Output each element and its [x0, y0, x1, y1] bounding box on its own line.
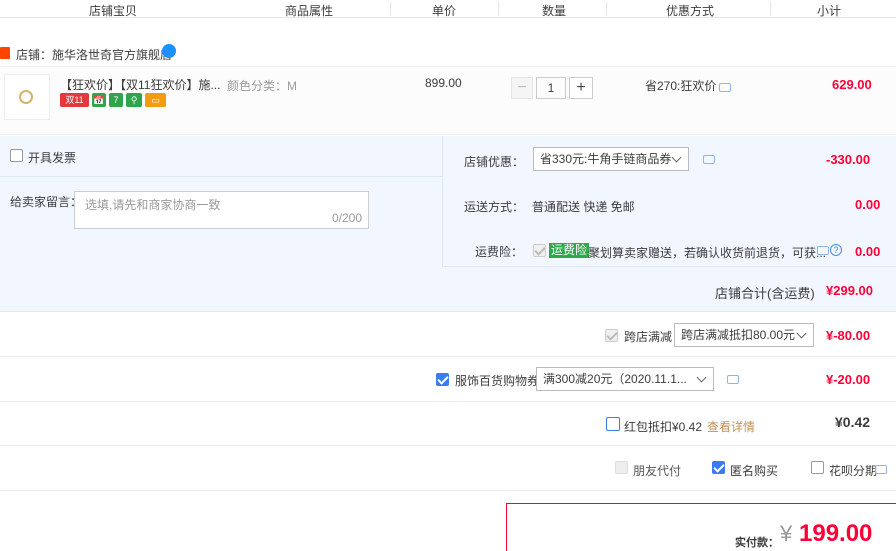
- header-divider: [498, 2, 499, 16]
- message-textarea[interactable]: 选填,请先和商家协商一致 0/200: [74, 191, 369, 229]
- product-title[interactable]: 【狂欢价】【双11狂欢价】施...: [60, 76, 220, 93]
- insurance-tag: 运费险: [549, 243, 590, 258]
- comment-icon[interactable]: [727, 375, 739, 384]
- product-sku: 颜色分类：M: [227, 79, 297, 93]
- chevron-down-icon: [796, 328, 807, 339]
- cross-store-select[interactable]: 跨店满减抵扣80.00元: [674, 323, 814, 347]
- header-attributes: 商品属性: [285, 4, 334, 18]
- shop-total-label: 店铺合计(含运费): [715, 286, 815, 301]
- shop-name[interactable]: 店铺：施华洛世奇官方旗舰店: [16, 46, 172, 63]
- final-payment-amount: 199.00: [799, 520, 873, 547]
- product-thumbnail[interactable]: [4, 74, 50, 120]
- unit-price: 899.00: [425, 76, 462, 90]
- table-header: 店铺宝贝 商品属性 单价 数量 优惠方式 小计: [0, 0, 896, 18]
- header-unit-price: 单价: [432, 4, 457, 18]
- insurance-amount: 0.00: [855, 244, 881, 259]
- header-divider: [390, 2, 391, 16]
- row-divider: [0, 356, 896, 357]
- cross-store-value: 跨店满减抵扣80.00元: [681, 328, 796, 342]
- final-payment-box: 实付款： ¥ 199.00: [506, 503, 896, 551]
- row-divider: [0, 401, 896, 402]
- wangwang-chat-icon[interactable]: [162, 44, 176, 58]
- message-label: 给卖家留言：: [10, 195, 83, 209]
- final-payment-currency: ¥: [780, 521, 793, 546]
- seven-day-return-icon: 7: [109, 93, 123, 107]
- double11-tag-icon: 双11: [60, 93, 89, 107]
- cross-store-amount: ¥-80.00: [826, 328, 871, 343]
- help-icon[interactable]: ?: [830, 244, 842, 256]
- header-shop-item: 店铺宝贝: [89, 4, 138, 18]
- coupon-value: 满300减20元（2020.11.1...: [543, 372, 687, 386]
- message-count: 0/200: [331, 211, 362, 225]
- insurance-checkbox: [533, 244, 546, 257]
- invoice-checkbox[interactable]: [10, 149, 23, 162]
- panel-divider: [442, 266, 896, 267]
- comment-icon[interactable]: [703, 155, 715, 164]
- shipping-value: 普通配送 快递 免邮: [532, 200, 635, 214]
- shop-discount-amount: -330.00: [826, 152, 871, 167]
- shop-discount-label: 店铺优惠：: [464, 155, 525, 169]
- quantity-increase-button[interactable]: +: [569, 77, 593, 99]
- message-placeholder: 选填,请先和商家协商一致: [85, 198, 221, 212]
- coupon-checkbox[interactable]: [436, 373, 449, 386]
- cross-store-checkbox: [605, 329, 618, 342]
- coupon-amount: ¥-20.00: [826, 372, 871, 387]
- panel-divider: [442, 136, 443, 266]
- insurance-description: 聚划算卖家赠送，若确认收货前退货，可获...: [588, 246, 827, 260]
- final-payment-label: 实付款：: [735, 537, 779, 549]
- anonymous-label: 匿名购买: [730, 464, 779, 478]
- comment-icon[interactable]: [817, 246, 829, 255]
- cross-store-label: 跨店满减: [624, 330, 673, 344]
- item-subtotal: 629.00: [832, 77, 872, 92]
- redpacket-amount: ¥0.42: [835, 414, 871, 430]
- coupon-select[interactable]: 满300减20元（2020.11.1...: [536, 367, 714, 391]
- chevron-down-icon: [671, 152, 682, 163]
- redpacket-checkbox[interactable]: [606, 417, 620, 431]
- shop-discount-select[interactable]: 省330元:牛角手链商品券: [533, 147, 689, 171]
- huabei-checkbox[interactable]: [811, 461, 824, 474]
- header-quantity: 数量: [542, 4, 567, 18]
- tmall-badge-icon: [0, 47, 10, 59]
- header-divider: [606, 2, 607, 16]
- panel-divider: [0, 176, 442, 177]
- calendar-tag-icon: 📅: [92, 93, 106, 107]
- quantity-decrease-button[interactable]: −: [511, 77, 533, 99]
- friend-pay-label: 朋友代付: [633, 464, 682, 478]
- anonymous-checkbox[interactable]: [712, 461, 725, 474]
- shop-total-amount: ¥299.00: [826, 283, 873, 298]
- card-tag-icon: ▭: [145, 93, 166, 107]
- guarantee-tag-icon: ⚲: [126, 93, 142, 107]
- header-divider: [770, 2, 771, 16]
- header-discount: 优惠方式: [666, 4, 715, 18]
- chevron-down-icon: [696, 372, 707, 383]
- shop-discount-value: 省330元:牛角手链商品券: [540, 152, 672, 166]
- shipping-label: 运送方式：: [464, 200, 525, 214]
- comment-icon[interactable]: [719, 83, 731, 92]
- redpacket-label: 红包抵扣¥0.42: [624, 420, 703, 434]
- row-divider: [0, 445, 896, 446]
- coupon-label: 服饰百货购物券: [455, 374, 540, 388]
- header-subtotal: 小计: [817, 4, 842, 18]
- invoice-label: 开具发票: [28, 151, 77, 165]
- shipping-amount: 0.00: [855, 197, 881, 212]
- bracelet-image: [19, 90, 33, 104]
- insurance-label: 运费险：: [475, 245, 524, 259]
- friend-pay-checkbox: [615, 461, 628, 474]
- quantity-input[interactable]: 1: [536, 77, 566, 99]
- comment-icon[interactable]: [875, 465, 887, 474]
- redpacket-details-link[interactable]: 查看详情: [707, 418, 755, 435]
- item-discount: 省270:狂欢价: [645, 79, 717, 93]
- huabei-label: 花呗分期: [829, 464, 878, 478]
- row-divider: [0, 490, 896, 491]
